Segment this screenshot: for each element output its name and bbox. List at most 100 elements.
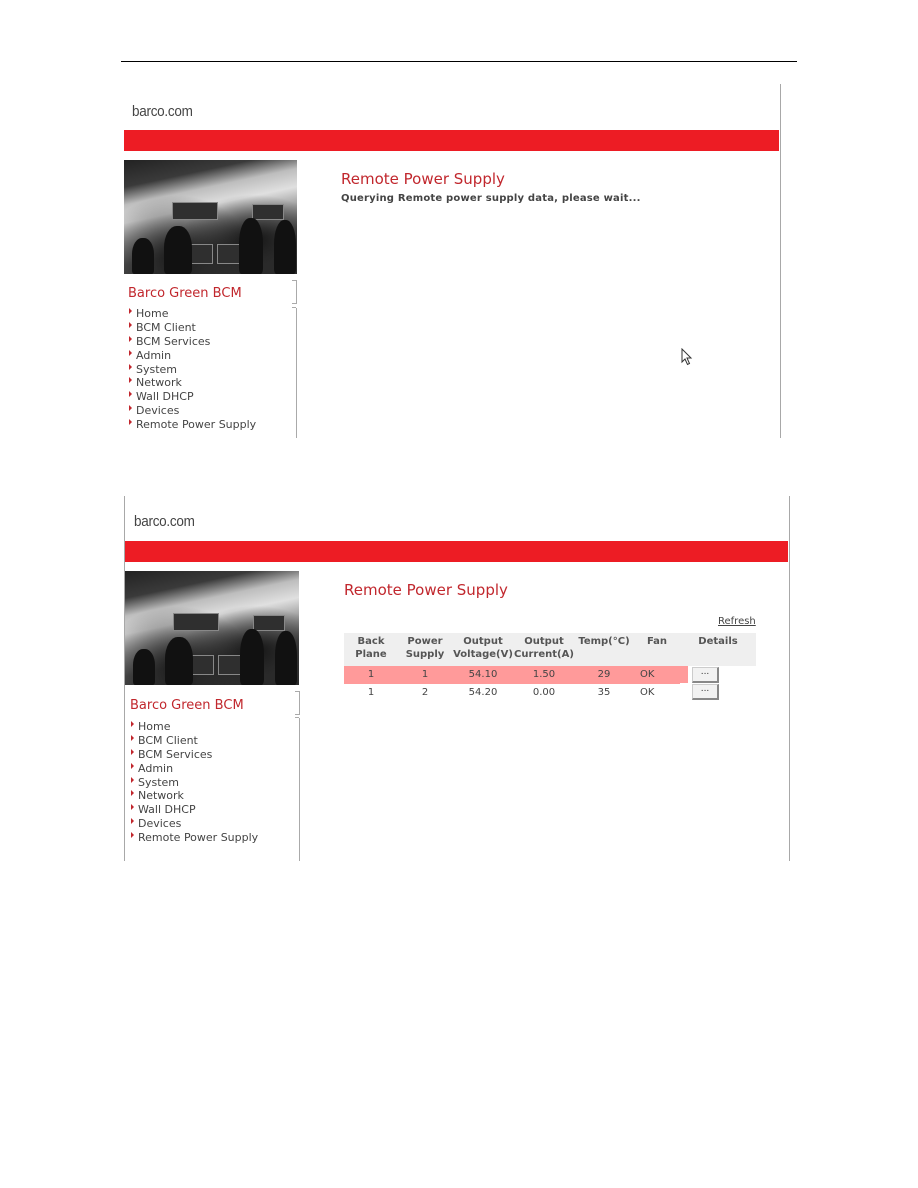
arrow-right-icon <box>131 721 134 727</box>
arrow-right-icon <box>131 790 134 797</box>
nav-label: Remote Power Supply <box>136 418 257 432</box>
details-button[interactable]: ... <box>692 683 719 700</box>
cell-voltage: 54.20 <box>468 686 498 698</box>
arrow-right-icon <box>131 818 134 825</box>
nav-label: Wall DHCP <box>138 803 196 817</box>
nav-label: BCM Client <box>136 320 196 334</box>
nav-item-admin[interactable]: Admin <box>129 349 256 363</box>
nav-item-home[interactable]: Home <box>129 307 256 321</box>
nav-item-admin[interactable]: Admin <box>131 762 258 776</box>
nav-label: System <box>136 362 178 376</box>
nav-label: Wall DHCP <box>136 390 194 404</box>
refresh-link[interactable]: Refresh <box>718 616 756 627</box>
cell-current: 1.50 <box>514 666 574 684</box>
screenshot-results: barco.com Barco Green BCM Home BCM Clien… <box>124 496 790 861</box>
col-header-back-plane[interactable]: Back Plane <box>344 633 398 666</box>
nav-item-wall-dhcp[interactable]: Wall DHCP <box>131 803 258 817</box>
nav-item-bcm-client[interactable]: BCM Client <box>131 734 258 748</box>
sidebar-border <box>296 308 297 438</box>
header-line: Details <box>698 636 738 647</box>
cell-voltage: 54.10 <box>452 666 514 684</box>
cell-power-supply: 1 <box>398 666 452 684</box>
nav-item-wall-dhcp[interactable]: Wall DHCP <box>129 390 256 404</box>
nav-label: Admin <box>136 348 172 362</box>
nav-item-home[interactable]: Home <box>131 720 258 734</box>
arrow-right-icon <box>129 391 132 398</box>
nav-label: BCM Services <box>136 334 211 348</box>
nav-item-network[interactable]: Network <box>131 789 258 803</box>
arrow-right-icon <box>131 734 134 741</box>
header-line: Power <box>407 636 443 647</box>
nav-label: Network <box>136 376 182 390</box>
arrow-right-icon <box>129 419 132 426</box>
header-bar <box>124 130 779 151</box>
nav-item-system[interactable]: System <box>131 776 258 790</box>
nav-label: Network <box>138 789 184 803</box>
arrow-right-icon <box>129 321 132 328</box>
sidebar-border <box>299 718 300 861</box>
col-header-temp[interactable]: Temp(°C) <box>574 633 634 666</box>
cell-back-plane: 1 <box>344 666 398 684</box>
arrow-right-icon <box>131 804 134 811</box>
nav-item-bcm-client[interactable]: BCM Client <box>129 321 256 335</box>
cell-temp: 35 <box>597 686 611 698</box>
nav-item-devices[interactable]: Devices <box>131 817 258 831</box>
header-line: Output <box>524 636 564 647</box>
header-line: Temp(°C) <box>578 636 630 647</box>
header-line: Output <box>463 636 503 647</box>
table-row[interactable]: 1 2 54.20 0.00 35 OK ... <box>344 683 756 701</box>
header-line: Back <box>357 636 385 647</box>
frame-border-right <box>789 496 790 861</box>
nav-item-remote-power-supply[interactable]: Remote Power Supply <box>131 831 258 845</box>
nav-item-network[interactable]: Network <box>129 376 256 390</box>
cell-fan: OK <box>640 686 655 698</box>
nav-item-devices[interactable]: Devices <box>129 404 256 418</box>
nav-label: Home <box>138 720 171 733</box>
control-room-photo <box>125 571 299 685</box>
arrow-right-icon <box>129 363 132 370</box>
details-button[interactable]: ... <box>692 666 719 683</box>
cell-power-supply: 2 <box>421 686 429 698</box>
arrow-right-icon <box>129 308 132 314</box>
nav-label: Devices <box>136 404 180 418</box>
col-header-fan[interactable]: Fan <box>634 633 680 666</box>
sidebar-nav: Home BCM Client BCM Services Admin Syste… <box>131 720 258 845</box>
arrow-right-icon <box>131 832 134 839</box>
nav-label: Devices <box>138 817 182 831</box>
nav-label: Remote Power Supply <box>138 831 259 845</box>
col-header-output-voltage[interactable]: Output Voltage(V) <box>452 633 514 666</box>
nav-item-system[interactable]: System <box>129 363 256 377</box>
nav-item-bcm-services[interactable]: BCM Services <box>131 748 258 762</box>
brand-logo[interactable]: barco.com <box>134 513 195 530</box>
page-title: Remote Power Supply <box>344 581 508 599</box>
brand-logo[interactable]: barco.com <box>132 103 193 120</box>
arrow-right-icon <box>131 762 134 769</box>
header-line: Fan <box>646 636 668 647</box>
nav-item-bcm-services[interactable]: BCM Services <box>129 335 256 349</box>
arrow-right-icon <box>129 349 132 356</box>
sidebar-nav: Home BCM Client BCM Services Admin Syste… <box>129 307 256 432</box>
cell-back-plane: 1 <box>367 686 375 698</box>
frame-border <box>780 84 781 438</box>
header-line: Supply <box>405 649 445 660</box>
nav-label: BCM Services <box>138 747 213 761</box>
col-header-details[interactable]: Details <box>680 633 756 666</box>
table-row[interactable]: 1 1 54.10 1.50 29 OK ... <box>344 666 756 684</box>
mouse-pointer-icon <box>681 348 693 366</box>
col-header-output-current[interactable]: Output Current(A) <box>514 633 574 666</box>
cell-current: 0.00 <box>532 686 556 698</box>
power-supply-table: Back Plane Power Supply Output Voltage(V) O… <box>344 633 756 701</box>
arrow-right-icon <box>129 405 132 412</box>
sidebar-title: Barco Green BCM <box>128 286 242 301</box>
cell-temp: 29 <box>574 666 634 684</box>
nav-label: Home <box>136 307 169 320</box>
col-header-power-supply[interactable]: Power Supply <box>398 633 452 666</box>
sidebar-divider <box>295 691 300 715</box>
nav-item-remote-power-supply[interactable]: Remote Power Supply <box>129 418 256 432</box>
page-title: Remote Power Supply <box>341 170 505 188</box>
table-header-row: Back Plane Power Supply Output Voltage(V) O… <box>344 633 756 666</box>
header-line: Voltage(V) <box>453 649 513 660</box>
sidebar-divider <box>292 280 297 304</box>
header-line: Plane <box>355 649 387 660</box>
control-room-photo <box>124 160 297 274</box>
